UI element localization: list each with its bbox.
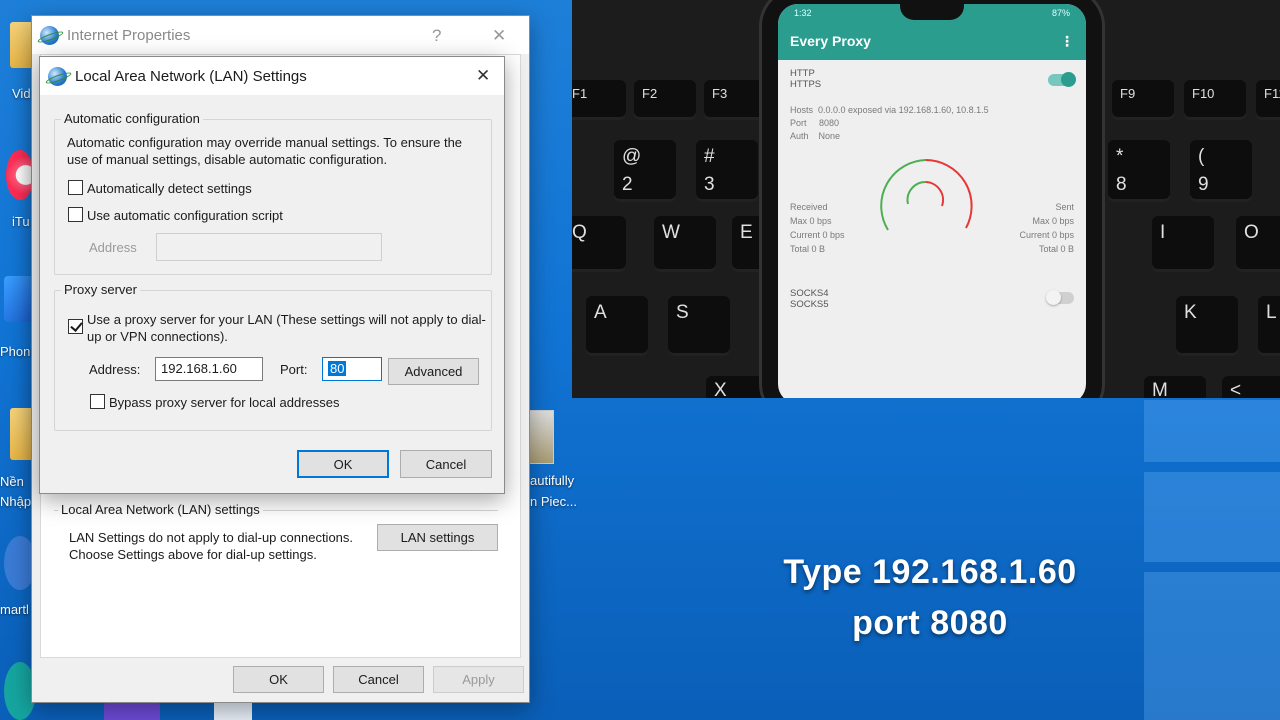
hosts-label: Hosts <box>790 105 814 115</box>
port-label: Port <box>790 118 807 128</box>
cancel-button[interactable]: Cancel <box>400 450 492 478</box>
internet-properties-titlebar: Internet Properties <box>32 16 529 54</box>
phone-notch <box>900 4 964 20</box>
auto-group-title: Automatic configuration <box>61 111 203 126</box>
port-value: 8080 <box>819 118 840 128</box>
proxy-port-value: 80 <box>328 361 347 376</box>
proxy-port-label: Port: <box>280 362 308 377</box>
close-icon[interactable]: ✕ <box>492 26 506 46</box>
http-toggle[interactable] <box>1048 72 1076 87</box>
lan-dialog-title: Local Area Network (LAN) Settings <box>75 67 307 85</box>
sent-total: Total 0 B <box>1038 244 1074 254</box>
received-label: Received <box>790 202 828 212</box>
proxy-address-label: Address: <box>89 362 141 377</box>
lan-dialog-titlebar: Local Area Network (LAN) Settings <box>40 57 504 95</box>
status-time: 1:32 <box>794 8 812 18</box>
auth-value: None <box>818 131 841 141</box>
proto-http: HTTP <box>790 68 815 79</box>
desktop: Vid iTu Phone Nền Nhập martl autifully n… <box>0 0 1280 720</box>
windows-logo <box>1140 400 1280 720</box>
auto-detect-label[interactable]: Automatically detect settings <box>87 180 252 197</box>
proto-socks5: SOCKS5 <box>790 299 829 310</box>
desktop-label-nhap[interactable]: Nhập <box>0 494 31 509</box>
use-proxy-checkbox[interactable] <box>68 319 83 334</box>
video-inset: F1 F2 F3 F9 F10 F11 @2 #3 *8 (9 Q W E I … <box>572 0 1280 398</box>
lan-settings-button[interactable]: LAN settings <box>377 524 498 551</box>
internet-globe-icon <box>48 66 67 86</box>
received-current: Current 0 bps <box>790 230 845 240</box>
caption-line-2: port 8080 <box>852 604 1008 642</box>
shortcut-icon[interactable] <box>104 700 160 720</box>
proxy-group-title: Proxy server <box>61 282 140 297</box>
lan-settings-group: Local Area Network (LAN) settings <box>54 502 498 517</box>
desktop-label-smart[interactable]: martl <box>0 602 29 617</box>
auto-script-checkbox[interactable] <box>68 207 83 222</box>
overflow-menu-icon[interactable]: ⋮ <box>1060 33 1074 51</box>
socks-toggle[interactable] <box>1046 290 1074 305</box>
close-icon[interactable]: ✕ <box>476 66 490 86</box>
proto-https: HTTPS <box>790 79 822 90</box>
auto-detect-checkbox[interactable] <box>68 180 83 195</box>
desktop-label-beautifully[interactable]: autifully <box>530 473 574 488</box>
caption-line-1: Type 192.168.1.60 <box>783 553 1077 591</box>
auth-label: Auth <box>790 131 809 141</box>
desktop-label-itunes[interactable]: iTu <box>12 214 30 229</box>
app-title: Every Proxy <box>790 33 871 49</box>
sent-label: Sent <box>1055 202 1074 212</box>
desktop-label-piece[interactable]: n Piec... <box>530 494 577 509</box>
proto-socks4: SOCKS4 <box>790 288 829 299</box>
image-file-icon[interactable] <box>526 410 554 464</box>
use-proxy-label[interactable]: Use a proxy server for your LAN (These s… <box>87 311 487 345</box>
received-total: Total 0 B <box>790 244 826 254</box>
proxy-port-field[interactable]: 80 <box>322 357 382 381</box>
desktop-label-nen[interactable]: Nền <box>0 474 24 489</box>
auto-config-description: Automatic configuration may override man… <box>67 135 463 167</box>
bypass-local-label[interactable]: Bypass proxy server for local addresses <box>109 394 339 411</box>
ok-button[interactable]: OK <box>297 450 389 478</box>
cancel-button[interactable]: Cancel <box>333 666 424 693</box>
apply-button[interactable]: Apply <box>433 666 524 693</box>
lan-description: LAN Settings do not apply to dial-up con… <box>69 530 354 562</box>
auto-address-field[interactable] <box>156 233 382 261</box>
received-max: Max 0 bps <box>790 216 832 226</box>
lan-settings-dialog: Local Area Network (LAN) Settings ✕ Auto… <box>39 56 505 494</box>
phone: 1:32 87% Every Proxy ⋮ HTTP HTTPS Hosts … <box>762 0 1102 398</box>
internet-globe-icon <box>40 25 59 45</box>
lan-group-title: Local Area Network (LAN) settings <box>58 502 263 517</box>
status-battery: 87% <box>1051 8 1070 18</box>
bypass-local-checkbox[interactable] <box>90 394 105 409</box>
sent-current: Current 0 bps <box>1019 230 1074 240</box>
sent-max: Max 0 bps <box>1032 216 1074 226</box>
itunes-icon[interactable] <box>6 150 34 200</box>
proxy-address-field[interactable]: 192.168.1.60 <box>155 357 263 381</box>
app-body: HTTP HTTPS Hosts 0.0.0.0 exposed via 192… <box>778 60 1086 398</box>
phone-screen: 1:32 87% Every Proxy ⋮ HTTP HTTPS Hosts … <box>778 4 1086 398</box>
hosts-value: 0.0.0.0 exposed via 192.168.1.60, 10.8.1… <box>818 105 989 115</box>
help-button[interactable]: ? <box>432 26 441 46</box>
auto-script-label[interactable]: Use automatic configuration script <box>87 207 283 224</box>
phone-app-icon[interactable] <box>4 276 34 322</box>
desktop-label-vid[interactable]: Vid <box>12 86 31 101</box>
internet-properties-title: Internet Properties <box>67 26 191 44</box>
ok-button[interactable]: OK <box>233 666 324 693</box>
advanced-button[interactable]: Advanced <box>388 358 479 385</box>
auto-address-label: Address <box>89 240 137 255</box>
app-bar: Every Proxy ⋮ <box>778 24 1086 60</box>
